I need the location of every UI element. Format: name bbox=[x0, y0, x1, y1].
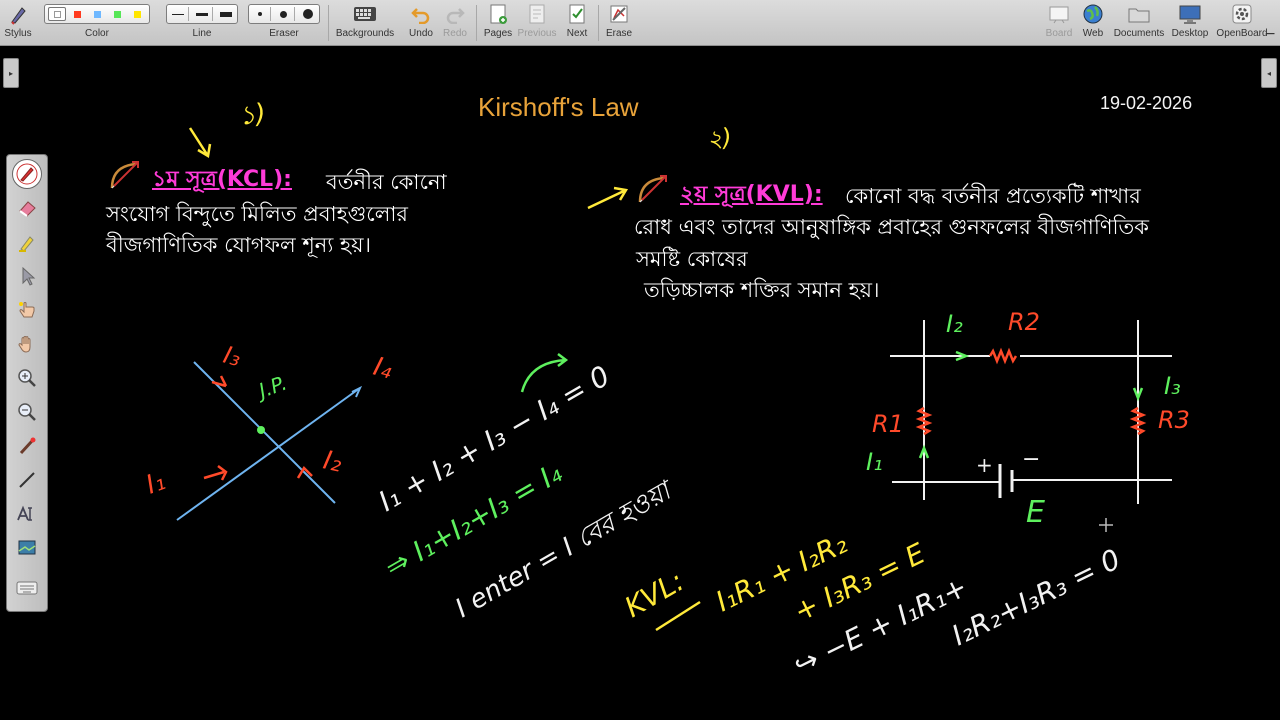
label-i3: I₃ bbox=[220, 341, 243, 372]
battery-plus-label: + bbox=[976, 453, 993, 477]
ink-layer: ১) ২) I₃ J.P. I₄ I₁ I₂ I₁ + I₂ + I₃ − I₄… bbox=[142, 98, 1190, 682]
junction-point bbox=[257, 426, 265, 434]
marker-one: ১) bbox=[237, 98, 268, 131]
battery-minus-label: − bbox=[1022, 447, 1040, 472]
junction-arrowhead-i4 bbox=[351, 385, 363, 398]
marker-two: ২) bbox=[705, 123, 734, 154]
label-jp: J.P. bbox=[252, 371, 290, 404]
resistor-r2 bbox=[988, 347, 1018, 365]
circuit-label-i2: I₂ bbox=[946, 310, 963, 338]
kvl-equation-line-4: I₂R₂+I₃R₃ = 0 bbox=[947, 542, 1126, 652]
circuit-label-i1: I₁ bbox=[866, 448, 883, 476]
circuit-label-r3: R3 bbox=[1158, 406, 1190, 434]
pointer-arrow-kvl bbox=[587, 186, 629, 210]
current-arrow-i1 bbox=[203, 465, 228, 481]
circuit-label-r2: R2 bbox=[1008, 308, 1040, 336]
label-i4: I₄ bbox=[370, 352, 396, 386]
label-i1: I₁ bbox=[142, 466, 169, 500]
pointer-arrow-kcl bbox=[188, 127, 212, 159]
circuit-label-i3: I₃ bbox=[1164, 372, 1181, 400]
circuit-bottom-wire bbox=[892, 479, 1172, 483]
junction-diagram: I₃ J.P. I₄ I₁ I₂ bbox=[142, 341, 396, 521]
battery-emf-label: E bbox=[1026, 495, 1045, 530]
resistor-r1 bbox=[915, 406, 933, 436]
label-i2: I₂ bbox=[321, 446, 345, 479]
crosshair-cursor-icon bbox=[1099, 518, 1113, 532]
circuit-label-r1: R1 bbox=[872, 410, 904, 438]
kvl-circuit: I₂ R2 I₃ R3 R1 I₁ + − E bbox=[866, 308, 1190, 530]
resistor-r3 bbox=[1129, 406, 1147, 436]
